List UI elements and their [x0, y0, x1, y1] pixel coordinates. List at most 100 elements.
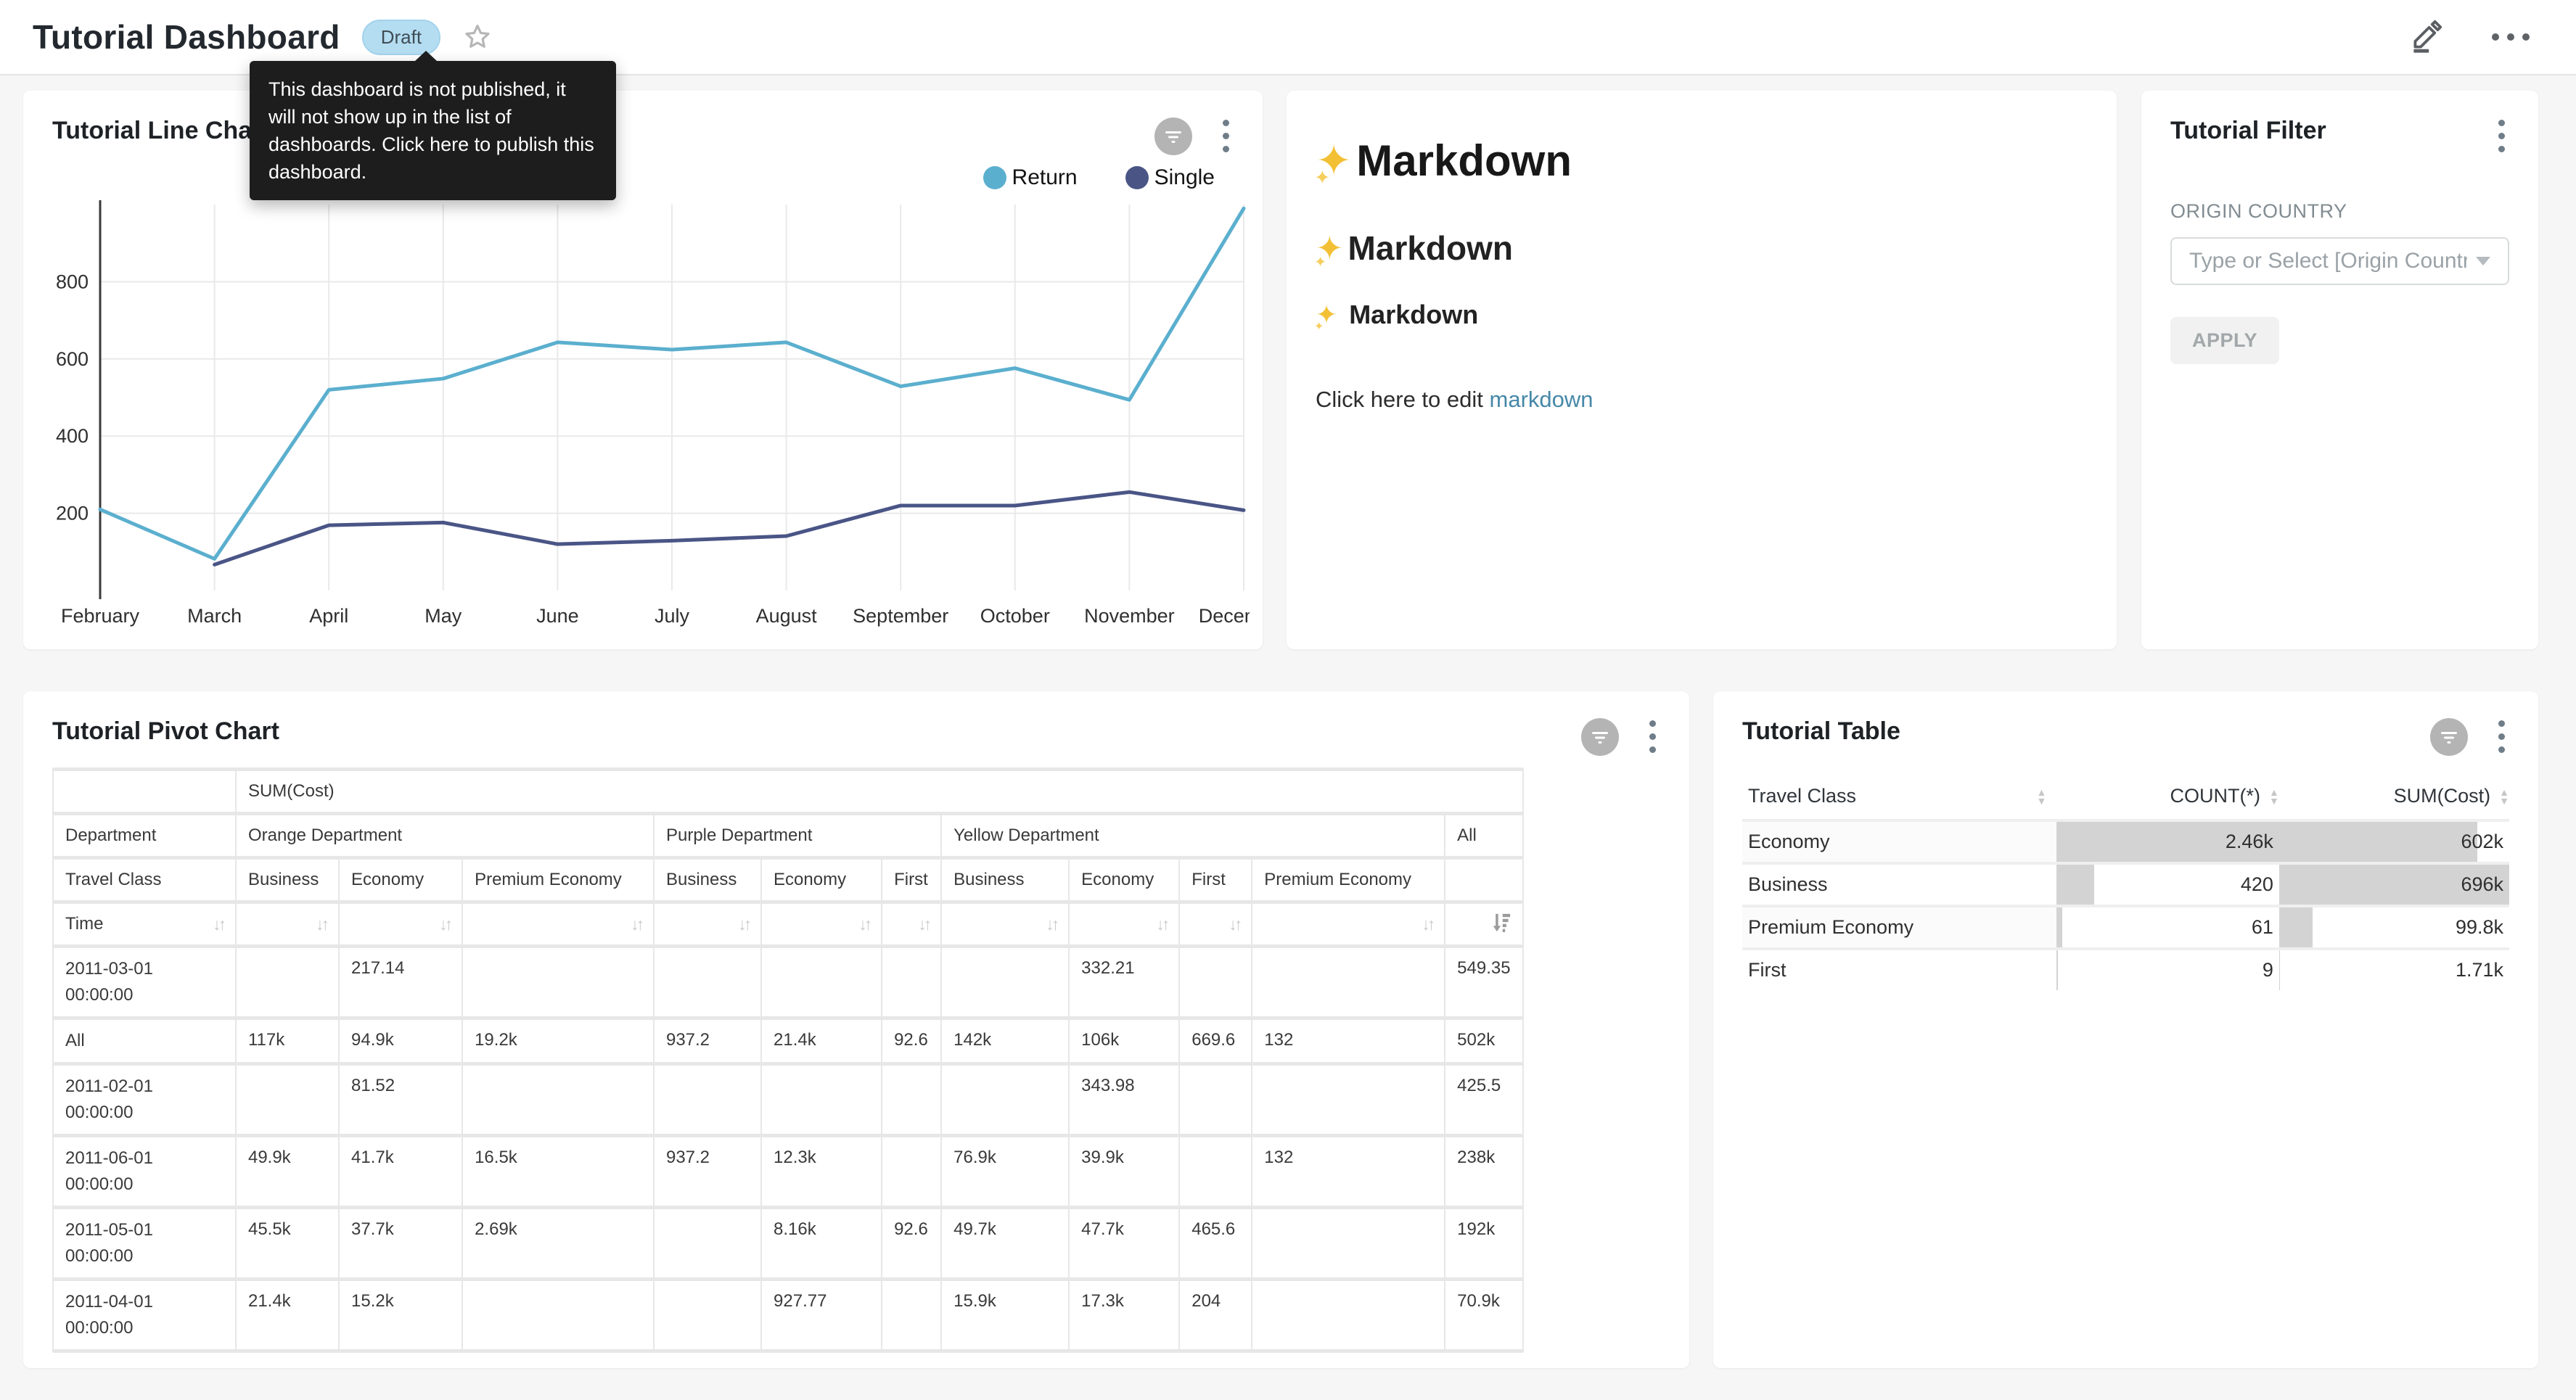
sort-icon[interactable]: ▲▼	[2037, 788, 2047, 805]
sort-icon[interactable]: ↓↑	[738, 912, 749, 936]
legend-dot	[983, 166, 1006, 189]
legend-item-single[interactable]: Single	[1125, 165, 1215, 190]
pivot-cell: 927.77	[762, 1281, 881, 1349]
applied-filter-indicator-icon[interactable]	[1581, 718, 1619, 756]
pivot-cell: 45.5k	[237, 1209, 338, 1277]
pivot-cell	[942, 948, 1068, 1016]
pivot-cell: 465.6	[1180, 1209, 1251, 1277]
pivot-cell: 332.21	[1070, 948, 1178, 1016]
travel-class-cell: Business	[1742, 863, 2056, 906]
chevron-down-icon	[2476, 257, 2490, 265]
applied-filter-indicator-icon[interactable]	[2430, 718, 2468, 756]
pivot-cell: 19.2k	[463, 1020, 653, 1062]
draft-tooltip: This dashboard is not published, it will…	[250, 61, 616, 200]
edit-markdown-link[interactable]: markdown	[1490, 387, 1593, 412]
sort-icon[interactable]: ▲▼	[2499, 788, 2509, 805]
legend-item-return[interactable]: Return	[983, 165, 1078, 190]
pivot-cell	[463, 948, 653, 1016]
markdown-h2: ✦Markdown	[1316, 228, 2088, 268]
table-row: Economy2.46k602k	[1742, 820, 2509, 863]
pivot-cell: 106k	[1070, 1020, 1178, 1062]
pivot-cell: 425.5	[1445, 1066, 1522, 1134]
markdown-paragraph: Click here to edit markdown	[1316, 387, 2088, 413]
pivot-row-header: 2011-06-0100:00:00	[54, 1137, 235, 1206]
pivot-class-row: Travel ClassBusinessEconomyPremium Econo…	[54, 860, 1522, 900]
count-cell: 61	[2056, 906, 2279, 949]
chart-legend: Return Single	[52, 165, 1215, 190]
pivot-cell	[882, 1066, 940, 1134]
filter-card-title: Tutorial Filter	[2170, 117, 2326, 145]
dashboard-menu-icon[interactable]	[2487, 29, 2534, 45]
line-chart-canvas[interactable]: FebruaryMarchAprilMayJuneJulyAugustSepte…	[52, 194, 1250, 630]
chart-kebab-menu-icon[interactable]	[1645, 717, 1660, 756]
sort-icon[interactable]: ↓↑	[1046, 912, 1057, 936]
pivot-row: 2011-04-0100:00:0021.4k15.2k927.7715.9k1…	[54, 1281, 1522, 1349]
sum-cost-cell: 696k	[2279, 863, 2509, 906]
tutorial-filter-card: Tutorial Filter ORIGIN COUNTRY Type or S…	[2141, 91, 2538, 649]
sort-icon[interactable]: ↓↑	[1156, 912, 1167, 936]
pivot-cell: 21.4k	[762, 1020, 881, 1062]
sum-cost-cell: 99.8k	[2279, 906, 2509, 949]
column-header-sum-cost[interactable]: SUM(Cost) ▲▼	[2279, 775, 2509, 820]
pivot-department-header: All	[1445, 815, 1522, 856]
sort-icon[interactable]: ↓↑	[213, 912, 223, 936]
filter-kebab-menu-icon[interactable]	[2494, 117, 2509, 155]
svg-text:June: June	[536, 605, 579, 627]
count-cell: 9	[2056, 949, 2279, 990]
favorite-star-icon[interactable]	[462, 22, 493, 52]
svg-text:800: 800	[56, 271, 89, 292]
sort-icon[interactable]: ↓↑	[631, 912, 641, 936]
pivot-class-header	[1445, 860, 1522, 900]
applied-filter-indicator-icon[interactable]	[1154, 118, 1192, 155]
pivot-cell: 238k	[1445, 1137, 1522, 1206]
edit-dashboard-icon[interactable]	[2409, 18, 2444, 57]
svg-text:March: March	[187, 605, 242, 627]
pivot-department-row: DepartmentOrange DepartmentPurple Depart…	[54, 815, 1522, 856]
pivot-cell	[1180, 1137, 1251, 1206]
pivot-row: 2011-06-0100:00:0049.9k41.7k16.5k937.212…	[54, 1137, 1522, 1206]
column-header-travel-class[interactable]: Travel Class ▲▼	[1742, 775, 2056, 820]
svg-text:September: September	[853, 605, 948, 627]
sum-cost-cell: 1.71k	[2279, 949, 2509, 990]
sort-icon[interactable]: ▲▼	[2269, 788, 2279, 805]
draft-badge[interactable]: Draft	[362, 20, 440, 55]
sort-icon[interactable]: ↓↑	[1228, 912, 1239, 936]
pivot-row: 2011-05-0100:00:0045.5k37.7k2.69k8.16k92…	[54, 1209, 1522, 1277]
svg-text:200: 200	[56, 503, 89, 524]
pivot-cell: 92.6	[882, 1209, 940, 1277]
travel-class-cell: First	[1742, 949, 2056, 990]
sort-icon[interactable]: ↓↑	[918, 912, 929, 936]
sort-descending-active-icon[interactable]	[1492, 912, 1511, 934]
markdown-h1: ✦Markdown	[1316, 136, 2088, 186]
pivot-cell: 8.16k	[762, 1209, 881, 1277]
pivot-cell: 94.9k	[340, 1020, 462, 1062]
pivot-cell: 937.2	[655, 1137, 760, 1206]
pivot-class-header: Economy	[340, 860, 462, 900]
sort-icon[interactable]: ↓↑	[316, 912, 327, 936]
pivot-chart-title: Tutorial Pivot Chart	[52, 717, 279, 746]
table-title: Tutorial Table	[1742, 717, 1900, 746]
pivot-metric-row: SUM(Cost)	[54, 771, 1522, 812]
pivot-cell: 669.6	[1180, 1020, 1251, 1062]
tutorial-table-card: Tutorial Table Travel Class ▲▼ COUNT(*	[1713, 691, 2538, 1368]
sort-icon[interactable]: ↓↑	[858, 912, 869, 936]
origin-country-label: ORIGIN COUNTRY	[2170, 200, 2509, 223]
origin-country-select[interactable]: Type or Select [Origin Country]	[2170, 237, 2509, 285]
travel-class-cell: Economy	[1742, 820, 2056, 863]
pivot-cell	[882, 1281, 940, 1349]
select-placeholder: Type or Select [Origin Country]	[2189, 249, 2467, 273]
sort-icon[interactable]: ↓↑	[1422, 912, 1432, 936]
page-title: Tutorial Dashboard	[33, 17, 340, 57]
pivot-cell	[762, 1066, 881, 1134]
pivot-cell: 47.7k	[1070, 1209, 1178, 1277]
sum-cost-cell: 602k	[2279, 820, 2509, 863]
pivot-cell: 15.9k	[942, 1281, 1068, 1349]
column-header-count[interactable]: COUNT(*) ▲▼	[2056, 775, 2279, 820]
svg-text:May: May	[424, 605, 462, 627]
sort-icon[interactable]: ↓↑	[439, 912, 450, 936]
pivot-department-header: Yellow Department	[942, 815, 1444, 856]
apply-button[interactable]: APPLY	[2170, 317, 2279, 364]
pivot-cell	[1252, 1209, 1444, 1277]
chart-kebab-menu-icon[interactable]	[1218, 117, 1234, 155]
chart-kebab-menu-icon[interactable]	[2494, 717, 2509, 756]
